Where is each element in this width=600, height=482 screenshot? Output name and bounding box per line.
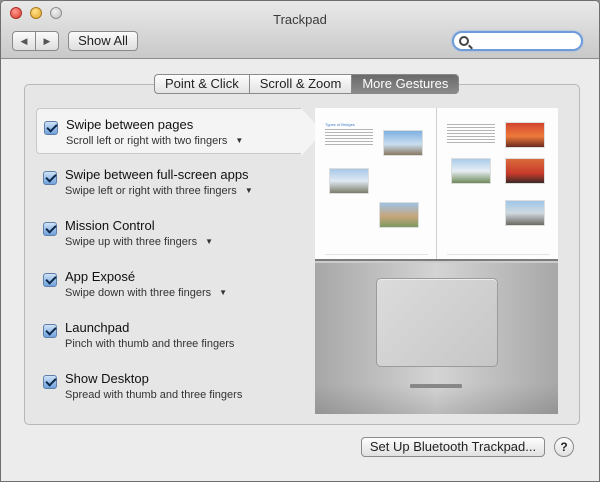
gesture-subtitle: Pinch with thumb and three fingers [65,338,235,350]
desk-shadow [315,384,558,414]
gesture-preview: Types of Bridges [315,108,558,414]
gesture-subtitle-menu[interactable]: Swipe down with three fingers ▼ [65,287,227,299]
bridge-photo [329,168,369,194]
navigation-group: ◀ ▶ [12,31,59,51]
preview-page-title: Types of Bridges [325,122,355,127]
tab-point-click[interactable]: Point & Click [155,75,249,93]
set-up-bluetooth-trackpad-button[interactable]: Set Up Bluetooth Trackpad... [361,437,545,457]
page-footer [325,254,428,255]
gesture-subtitle: Scroll left or right with two fingers [66,135,228,147]
caret-down-icon: ▼ [235,136,244,145]
caret-down-icon: ▼ [205,237,213,246]
forward-button[interactable]: ▶ [35,32,58,50]
chevron-left-icon: ◀ [20,35,28,46]
checkbox-launchpad[interactable] [43,324,57,338]
tab-bar: Point & Click Scroll & Zoom More Gesture… [154,74,460,94]
caret-down-icon: ▼ [244,186,253,195]
gesture-subtitle: Swipe up with three fingers [65,236,198,248]
bridge-photo [505,200,545,226]
bridge-photo [451,158,491,184]
preview-right-page [436,108,558,259]
preview-text-lines [325,129,373,145]
chevron-right-icon: ▶ [43,35,51,46]
preview-left-page: Types of Bridges [315,108,436,259]
gestures-panel: Swipe between pages Scroll left or right… [24,84,580,425]
preview-desk [315,263,558,414]
bridge-photo [383,130,423,156]
gesture-app-expose[interactable]: App Exposé Swipe down with three fingers… [36,261,301,307]
gesture-subtitle-menu[interactable]: Swipe up with three fingers ▼ [65,236,213,248]
gesture-title: Swipe between pages [66,117,194,132]
gesture-title: Show Desktop [65,371,149,386]
gesture-show-desktop[interactable]: Show Desktop Spread with thumb and three… [36,363,301,409]
window-title: Trackpad [273,12,327,27]
gesture-mission-control[interactable]: Mission Control Swipe up with three fing… [36,210,301,256]
caret-down-icon: ▼ [219,288,228,297]
checkbox-show-desktop[interactable] [43,375,57,389]
show-all-button[interactable]: Show All [68,31,138,51]
gesture-launchpad[interactable]: Launchpad Pinch with thumb and three fin… [36,312,301,358]
bridge-photo [505,122,545,148]
bridge-photo [505,158,545,184]
trackpad-illustration [376,278,498,367]
gesture-subtitle: Spread with thumb and three fingers [65,389,243,401]
gesture-subtitle-menu[interactable]: Swipe left or right with three fingers ▼ [65,185,253,197]
gesture-swipe-between-pages[interactable]: Swipe between pages Scroll left or right… [36,108,323,156]
search-input[interactable] [474,34,574,48]
gesture-title: Launchpad [65,320,130,335]
gesture-subtitle: Swipe down with three fingers [65,287,212,299]
checkbox-app-expose[interactable] [43,273,57,287]
gesture-title: Mission Control [65,218,155,233]
tab-scroll-zoom[interactable]: Scroll & Zoom [248,75,352,93]
search-field[interactable] [452,31,583,51]
page-footer [447,254,550,255]
preview-book: Types of Bridges [315,108,558,261]
gesture-subtitle-menu[interactable]: Scroll left or right with two fingers ▼ [66,135,243,147]
gesture-subtitle: Swipe left or right with three fingers [65,185,237,197]
gesture-swipe-full-screen-apps[interactable]: Swipe between full-screen apps Swipe lef… [36,159,301,205]
help-button[interactable]: ? [554,437,574,457]
title-bar: Trackpad ◀ ▶ Show All [1,1,599,59]
checkbox-mission-control[interactable] [43,222,57,236]
checkbox-swipe-full-screen-apps[interactable] [43,171,57,185]
gesture-title: Swipe between full-screen apps [65,167,249,182]
preferences-window: Trackpad ◀ ▶ Show All Point & Click Scro… [0,0,600,482]
bridge-photo [379,202,419,228]
tab-more-gestures[interactable]: More Gestures [351,75,459,93]
gesture-title: App Exposé [65,269,136,284]
preview-text-lines [447,124,495,143]
search-icon [459,36,469,46]
checkbox-swipe-between-pages[interactable] [44,121,58,135]
back-button[interactable]: ◀ [13,32,35,50]
